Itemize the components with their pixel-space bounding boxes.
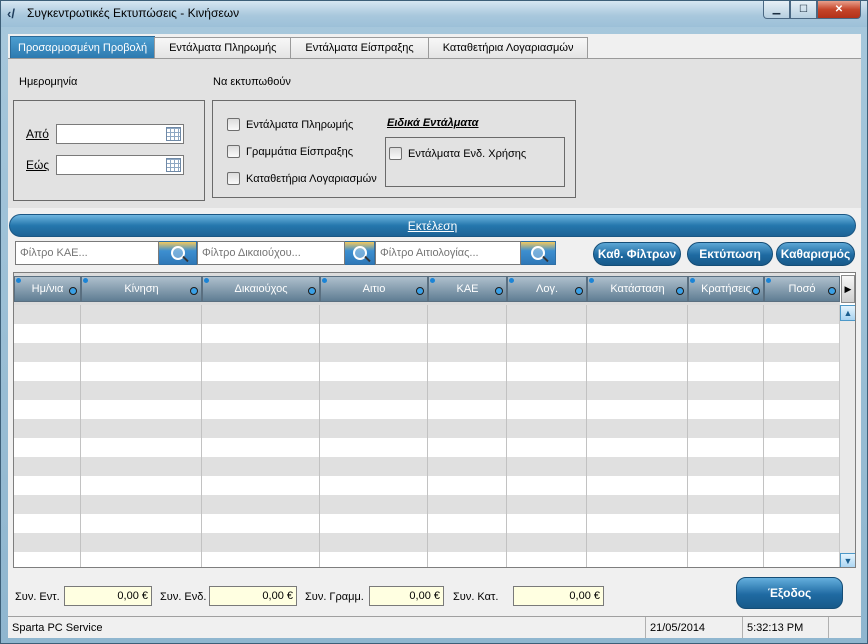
date-section-title: Ημερομηνία	[19, 76, 78, 88]
execute-button[interactable]: Εκτέλεση	[9, 214, 856, 237]
beneficiary-search-button[interactable]	[345, 241, 375, 265]
column-filter-icon[interactable]	[495, 287, 503, 295]
clear-button[interactable]: Καθαρισμός	[776, 242, 855, 266]
vertical-scrollbar[interactable]: ▲ ▼	[839, 305, 855, 567]
to-label: Εώς	[26, 158, 50, 172]
tab-collection-orders[interactable]: Εντάλματα Είσπραξης	[290, 37, 429, 58]
scroll-down-arrow[interactable]: ▼	[840, 553, 855, 567]
column-filter-icon[interactable]	[828, 287, 836, 295]
column-header-date[interactable]: Ημ/νια	[14, 276, 81, 302]
exit-button[interactable]: Έξοδος	[736, 577, 843, 609]
total-orders-value: 0,00 €	[64, 586, 152, 606]
total-slips-value: 0,00 €	[369, 586, 444, 606]
tab-payment-orders[interactable]: Εντάλματα Πληρωμής	[154, 37, 292, 58]
maximize-button[interactable]: ☐	[790, 1, 817, 19]
tab-strip: Προσαρμοσμένη Προβολή Εντάλματα Πληρωμής…	[10, 36, 589, 59]
magnifier-icon	[170, 246, 185, 260]
tab-custom-view[interactable]: Προσαρμοσμένη Προβολή	[10, 36, 156, 59]
checkbox[interactable]	[389, 147, 402, 160]
application-window: ‹/ Συγκεντρωτικές Εκτυπώσεις - Κινήσεων …	[0, 0, 868, 644]
column-filter-icon[interactable]	[575, 287, 583, 295]
status-date: 21/05/2014	[646, 617, 743, 638]
clear-filters-button[interactable]: Καθ. Φίλτρων	[593, 242, 681, 266]
reason-filter-input[interactable]	[375, 241, 521, 265]
column-filter-icon[interactable]	[190, 287, 198, 295]
total-deposits-label: Συν. Κατ.	[453, 591, 499, 603]
scroll-right-arrow[interactable]: ▶	[841, 275, 855, 303]
column-header-movement[interactable]: Κίνηση	[81, 276, 202, 302]
total-internal-label: Συν. Ενδ.	[160, 591, 207, 603]
beneficiary-filter	[197, 241, 375, 265]
beneficiary-filter-input[interactable]	[197, 241, 345, 265]
tab-panel: Ημερομηνία Από Εώς Να εκτυπωθούν Εντάλμα…	[8, 58, 861, 208]
total-internal-value: 0,00 €	[209, 586, 297, 606]
close-button[interactable]: ✕	[817, 1, 861, 19]
calendar-icon[interactable]	[166, 158, 181, 172]
column-filter-icon[interactable]	[69, 287, 77, 295]
column-header-deductions[interactable]: Κρατήσεις	[688, 276, 764, 302]
print-section-title: Να εκτυπωθούν	[213, 76, 291, 88]
column-filter-icon[interactable]	[752, 287, 760, 295]
window-title: Συγκεντρωτικές Εκτυπώσεις - Κινήσεων	[27, 6, 240, 20]
column-filter-icon[interactable]	[308, 287, 316, 295]
checkbox-collection-slips[interactable]: Γραμμάτια Είσπραξης	[227, 145, 353, 158]
column-header-status[interactable]: Κατάσταση	[587, 276, 688, 302]
special-orders-group: Εντάλματα Ενδ. Χρήσης	[385, 137, 565, 187]
to-date-input[interactable]	[56, 155, 184, 175]
magnifier-icon	[352, 246, 367, 260]
column-header-amount[interactable]: Ποσό	[764, 276, 840, 302]
from-date-input[interactable]	[56, 124, 184, 144]
main-content: Προσαρμοσμένη Προβολή Εντάλματα Πληρωμής…	[8, 34, 861, 638]
total-orders-label: Συν. Εντ.	[15, 591, 60, 603]
scroll-up-arrow[interactable]: ▲	[840, 305, 855, 321]
checkbox[interactable]	[227, 172, 240, 185]
status-company: Sparta PC Service	[8, 617, 646, 638]
column-header-kae[interactable]: ΚΑΕ	[428, 276, 507, 302]
app-icon: ‹/	[7, 6, 15, 21]
results-grid[interactable]: Ημ/νια Κίνηση Δικαιούχος Αιτιο ΚΑΕ Λογ. …	[13, 272, 856, 568]
checkbox-internal-use-orders[interactable]: Εντάλματα Ενδ. Χρήσης	[389, 147, 526, 160]
column-filter-icon[interactable]	[676, 287, 684, 295]
kae-filter	[15, 241, 197, 265]
checkbox[interactable]	[227, 145, 240, 158]
total-slips-label: Συν. Γραμμ.	[305, 591, 364, 603]
checkbox-account-deposits[interactable]: Καταθετήρια Λογαριασμών	[227, 172, 377, 185]
checkbox-payment-orders[interactable]: Εντάλματα Πληρωμής	[227, 118, 353, 131]
checkbox[interactable]	[227, 118, 240, 131]
print-button[interactable]: Εκτύπωση	[687, 242, 773, 266]
column-header-reason[interactable]: Αιτιο	[320, 276, 428, 302]
column-filter-icon[interactable]	[416, 287, 424, 295]
magnifier-icon	[531, 246, 545, 260]
minimize-button[interactable]: ▁	[763, 1, 790, 19]
special-orders-title: Ειδικά Εντάλματα	[387, 117, 479, 129]
grid-header: Ημ/νια Κίνηση Δικαιούχος Αιτιο ΚΑΕ Λογ. …	[14, 273, 840, 305]
column-header-beneficiary[interactable]: Δικαιούχος	[202, 276, 320, 302]
kae-filter-input[interactable]	[15, 241, 159, 265]
kae-search-button[interactable]	[159, 241, 197, 265]
tab-account-deposits[interactable]: Καταθετήρια Λογαριασμών	[427, 37, 589, 58]
print-options-group: Εντάλματα Πληρωμής Γραμμάτια Είσπραξης Κ…	[212, 100, 576, 198]
reason-search-button[interactable]	[521, 241, 556, 265]
total-deposits-value: 0,00 €	[513, 586, 604, 606]
date-group: Από Εώς	[13, 100, 205, 201]
status-time: 5:32:13 PM	[743, 617, 829, 638]
reason-filter	[375, 241, 556, 265]
title-bar[interactable]: ‹/ Συγκεντρωτικές Εκτυπώσεις - Κινήσεων …	[1, 1, 867, 27]
column-header-account[interactable]: Λογ.	[507, 276, 587, 302]
from-label: Από	[26, 127, 49, 141]
calendar-icon[interactable]	[166, 127, 181, 141]
status-bar: Sparta PC Service 21/05/2014 5:32:13 PM	[8, 616, 861, 638]
